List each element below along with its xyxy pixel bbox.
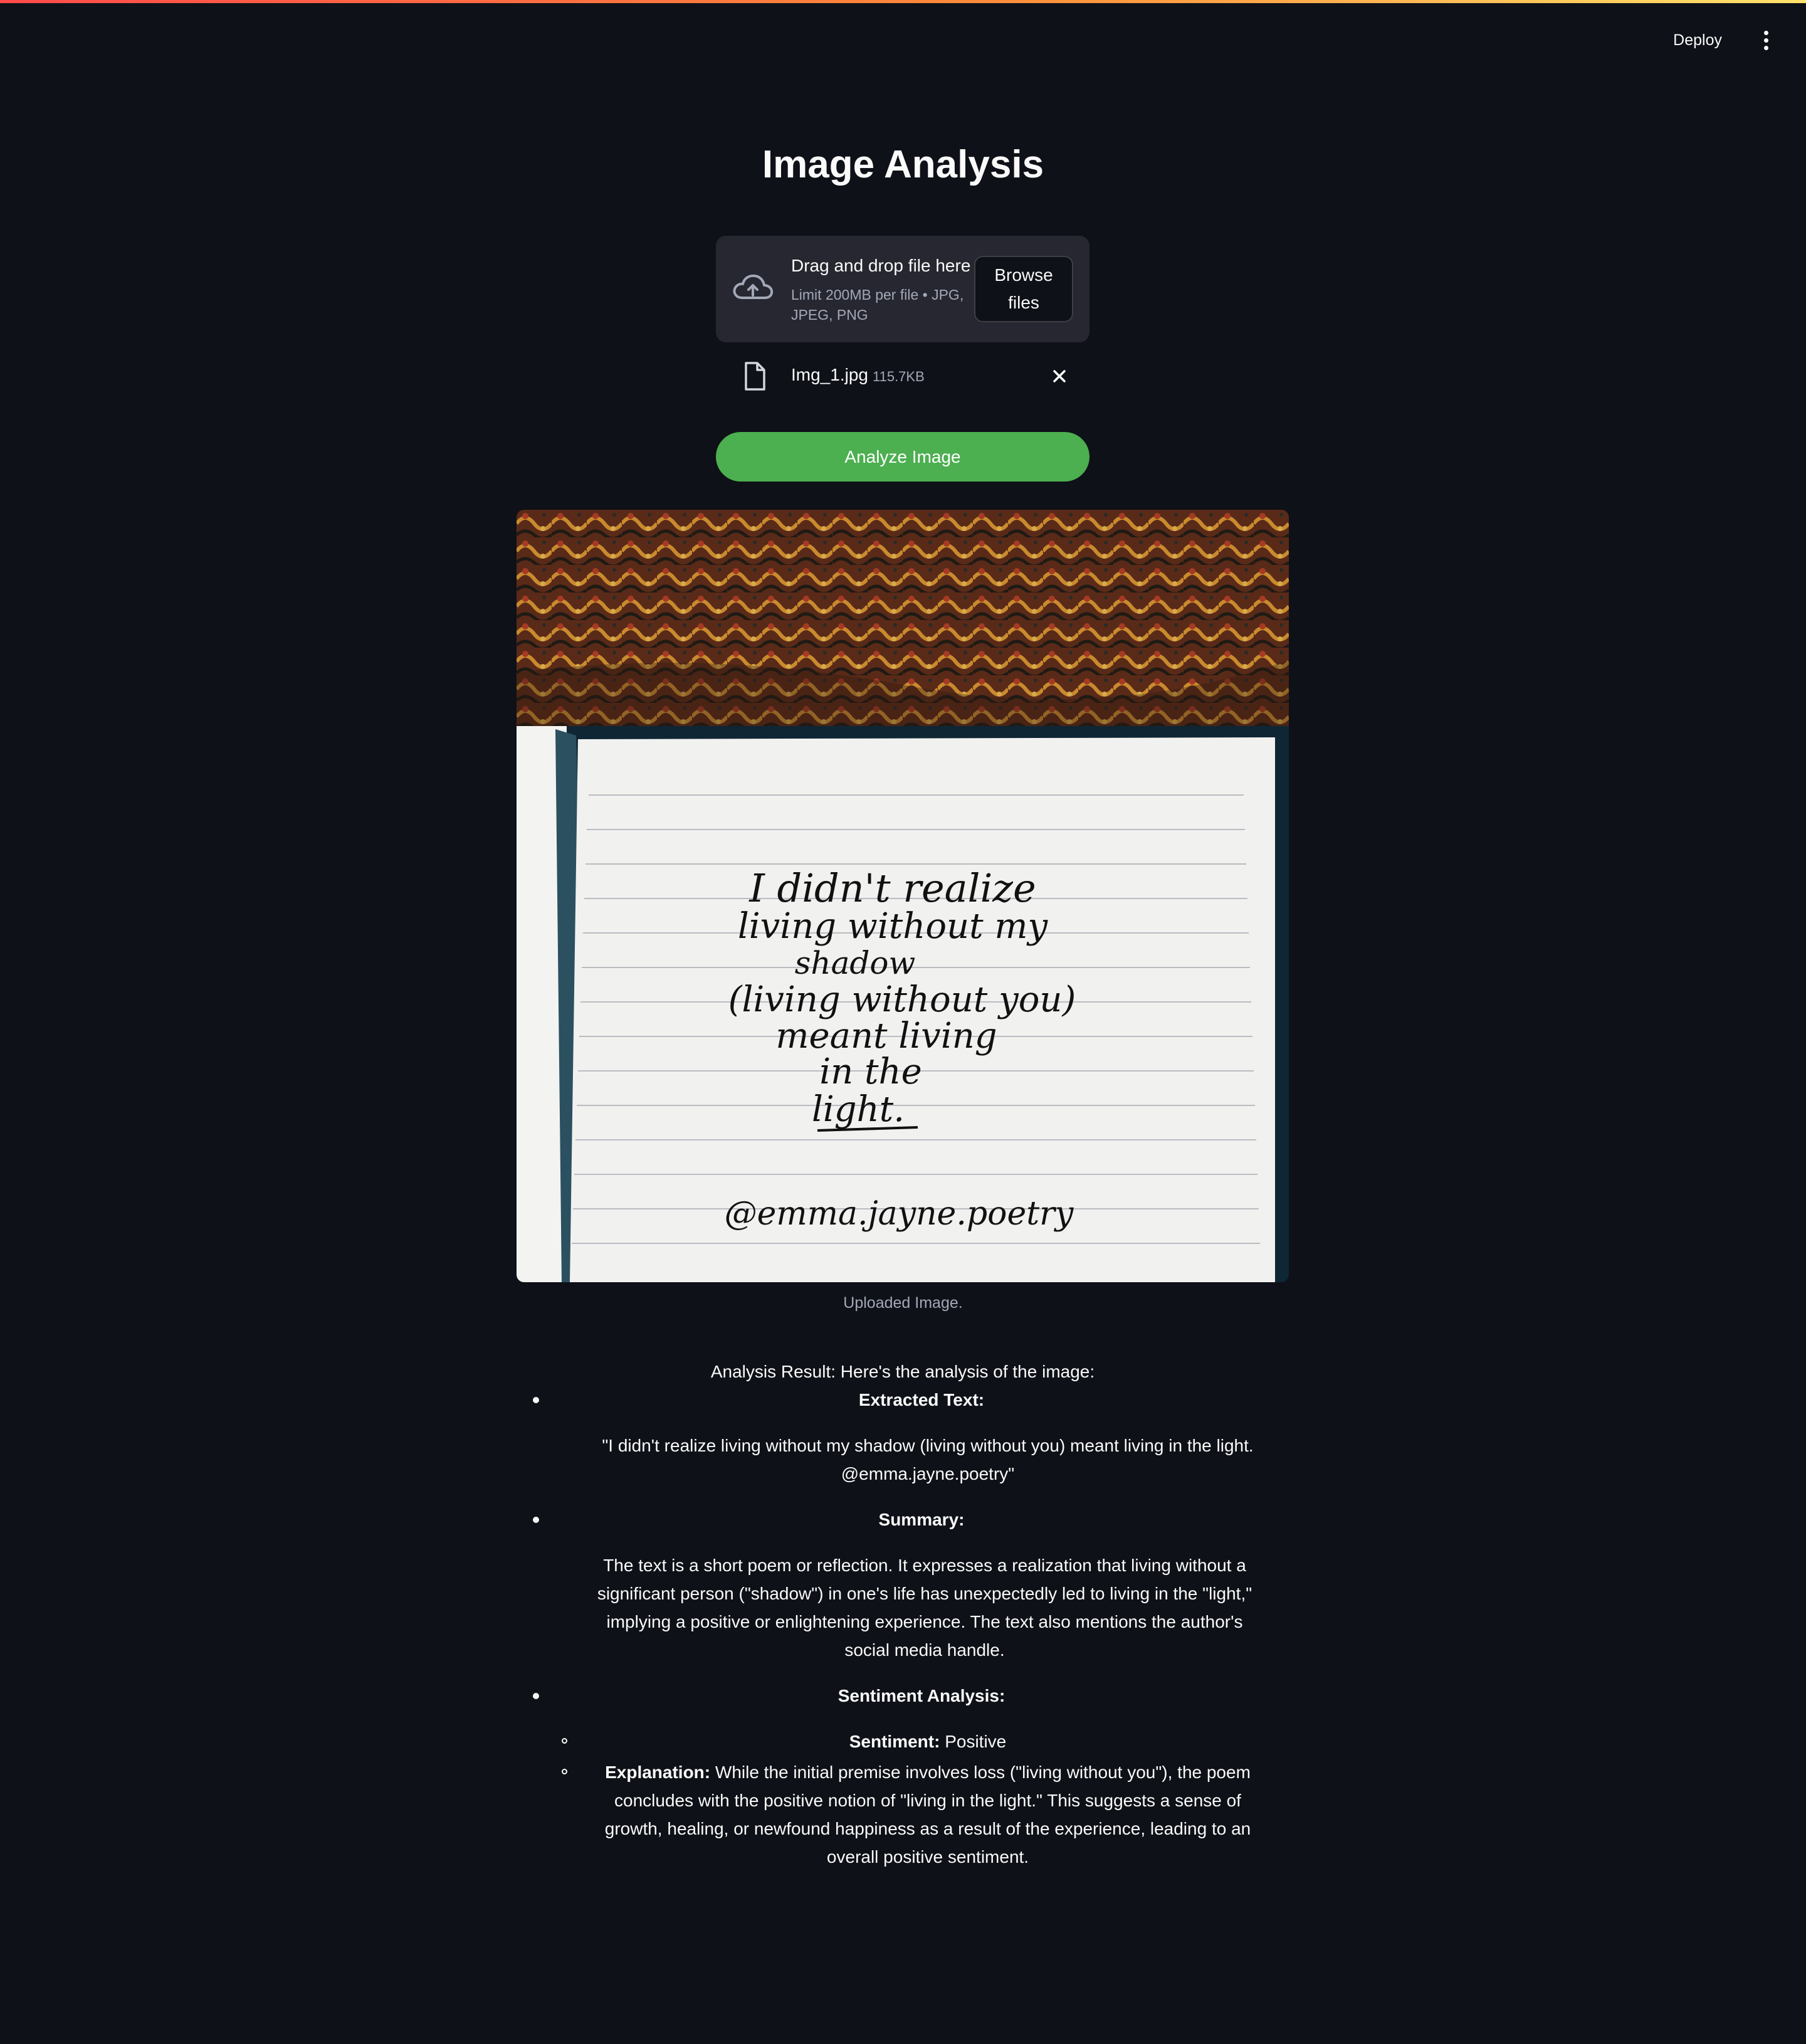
dropzone-limit: Limit 200MB per file • JPG, JPEG, PNG xyxy=(791,287,964,323)
extracted-text: "I didn't realize living without my shad… xyxy=(602,1436,1254,1483)
page-title: Image Analysis xyxy=(762,143,1044,186)
sentiment-value: Positive xyxy=(945,1732,1007,1751)
sentiment-analysis-heading: Sentiment Analysis: xyxy=(837,1686,1005,1705)
header-decoration-bar xyxy=(0,0,1806,3)
file-icon xyxy=(745,362,765,391)
svg-text:in the: in the xyxy=(819,1051,922,1092)
dropzone-instructions: Drag and drop file here xyxy=(791,256,971,275)
sentiment-sublist: Sentiment: Positive Explanation: While t… xyxy=(554,1727,1289,1871)
list-item: Summary: The text is a short poem or ref… xyxy=(517,1505,1289,1664)
list-item: Explanation: While the initial premise i… xyxy=(517,1758,1289,1871)
extracted-text-heading: Extracted Text: xyxy=(858,1390,985,1409)
svg-text:@emma.jayne.poetry: @emma.jayne.poetry xyxy=(725,1195,1074,1233)
cloud-upload-icon xyxy=(733,274,774,299)
result-list: Extracted Text: "I didn't realize living… xyxy=(517,1386,1289,1871)
svg-text:light.: light. xyxy=(812,1089,905,1130)
file-dropzone[interactable]: Drag and drop file here Limit 200MB per … xyxy=(716,236,1089,342)
svg-text:I didn't realize: I didn't realize xyxy=(748,865,1036,911)
summary-heading: Summary: xyxy=(878,1510,965,1529)
file-size: 115.7KB xyxy=(873,369,925,384)
sentiment-label: Sentiment: xyxy=(849,1732,940,1751)
svg-text:(living without you): (living without you) xyxy=(728,979,1076,1020)
list-item: Sentiment: Positive xyxy=(517,1727,1289,1756)
kebab-menu-icon[interactable] xyxy=(1748,25,1783,55)
bullet-ring-icon xyxy=(562,1769,567,1774)
image-caption: Uploaded Image. xyxy=(843,1294,963,1312)
svg-text:shadow: shadow xyxy=(795,945,916,981)
result-intro: Analysis Result: Here's the analysis of … xyxy=(710,1362,1095,1381)
bullet-icon xyxy=(533,1397,539,1403)
analysis-result: Analysis Result: Here's the analysis of … xyxy=(517,1357,1289,1871)
summary-text: The text is a short poem or reflection. … xyxy=(597,1556,1252,1660)
list-item: Sentiment Analysis: Sentiment: Positive … xyxy=(517,1682,1289,1871)
bullet-icon xyxy=(533,1517,539,1523)
uploaded-file-row: Img_1.jpg 115.7KB xyxy=(716,356,1089,396)
list-item: Extracted Text: "I didn't realize living… xyxy=(517,1386,1289,1488)
svg-text:meant living: meant living xyxy=(775,1016,997,1056)
file-name: Img_1.jpg xyxy=(791,365,868,384)
svg-text:living without my: living without my xyxy=(738,906,1049,947)
explanation-label: Explanation: xyxy=(605,1762,711,1782)
bullet-ring-icon xyxy=(562,1738,567,1744)
close-icon[interactable] xyxy=(1048,365,1071,387)
analyze-image-button[interactable]: Analyze Image xyxy=(716,432,1089,482)
deploy-button[interactable]: Deploy xyxy=(1662,25,1733,55)
browse-files-button[interactable]: Browse files xyxy=(974,256,1073,322)
uploaded-image: I didn't realize living without my shado… xyxy=(517,510,1289,1282)
bullet-icon xyxy=(533,1693,539,1699)
